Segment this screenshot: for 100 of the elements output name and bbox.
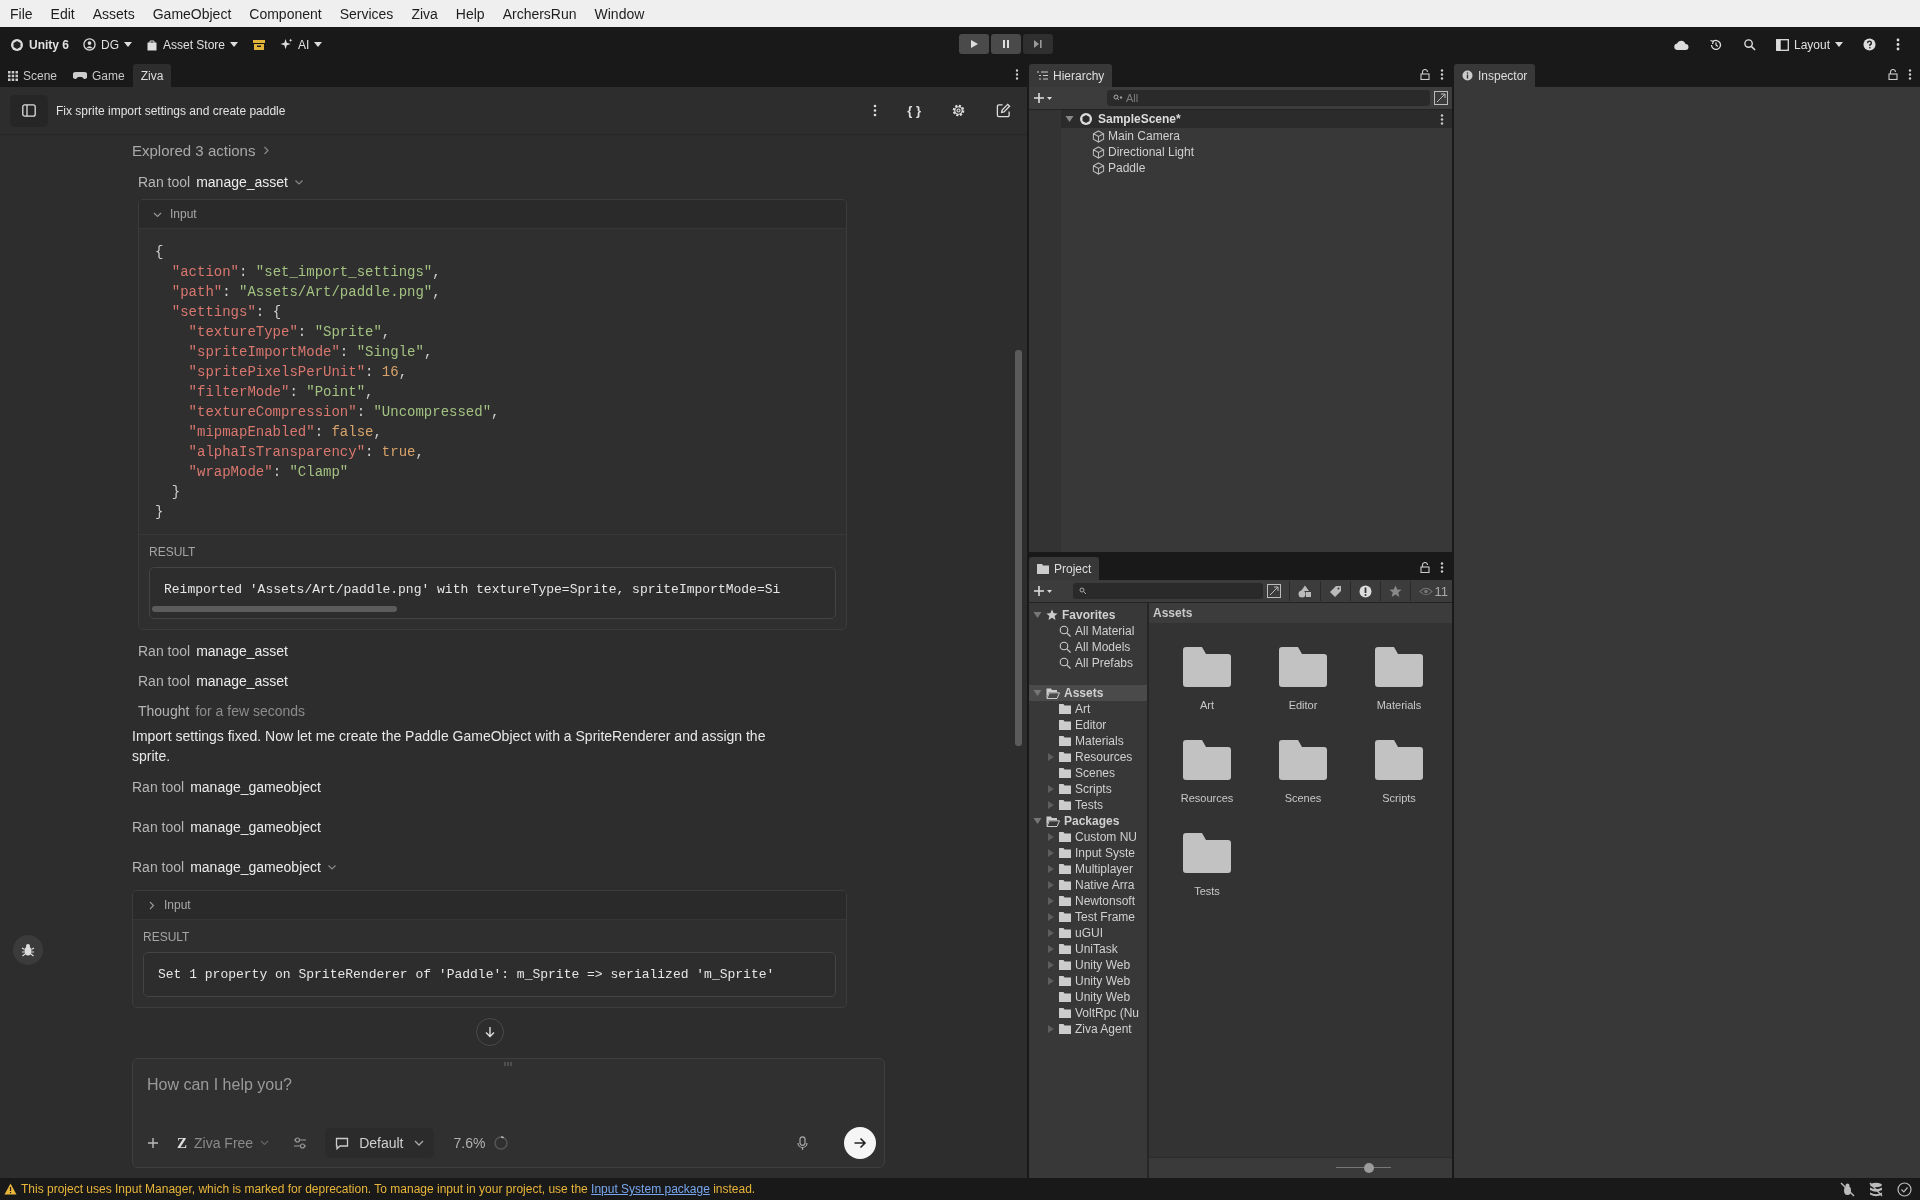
box-icon[interactable]: [252, 38, 267, 51]
more-icon[interactable]: [1908, 69, 1912, 80]
tree-item[interactable]: Tests: [1075, 798, 1103, 812]
history-icon[interactable]: [1708, 37, 1723, 52]
tree-item[interactable]: Multiplayer: [1075, 862, 1134, 876]
ai-dropdown[interactable]: AI: [280, 37, 323, 52]
link[interactable]: Input System package: [591, 1182, 710, 1196]
tree-item[interactable]: All Material: [1075, 624, 1135, 638]
scene-row[interactable]: SampleScene*: [1061, 110, 1452, 128]
tree-item[interactable]: Art: [1075, 702, 1091, 716]
menu-item[interactable]: Ziva: [402, 5, 447, 22]
chevron-down-icon[interactable]: [294, 178, 304, 186]
folder-icon[interactable]: [1279, 740, 1327, 780]
menu-item[interactable]: Services: [330, 5, 403, 22]
model-dropdown[interactable]: Z Ziva Free: [177, 1134, 270, 1152]
debug-button[interactable]: [13, 935, 43, 965]
summary-link[interactable]: Explored 3 actions: [132, 141, 256, 159]
expand-arrow-icon[interactable]: [1033, 611, 1042, 619]
microphone-icon[interactable]: [797, 1135, 808, 1151]
star-icon[interactable]: [1388, 584, 1402, 598]
more-icon[interactable]: [1440, 113, 1444, 125]
shapes-icon[interactable]: [1297, 584, 1312, 598]
folder-name[interactable]: Scenes: [1284, 792, 1322, 804]
folder-icon[interactable]: [1183, 740, 1231, 780]
folder-icon[interactable]: [1183, 833, 1231, 873]
tab[interactable]: Project: [1029, 557, 1100, 580]
tree-item[interactable]: uGUI: [1075, 926, 1103, 940]
more-icon[interactable]: [1896, 38, 1900, 51]
more-icon[interactable]: [873, 104, 878, 117]
lock-icon[interactable]: [1888, 69, 1898, 80]
folder-icon[interactable]: [1375, 740, 1423, 780]
menu-item[interactable]: Assets: [83, 5, 144, 22]
folder-name[interactable]: Editor: [1288, 699, 1318, 711]
tree-item[interactable]: Unity Web: [1075, 990, 1131, 1004]
search-icon[interactable]: [1742, 38, 1756, 51]
tab[interactable]: Ziva: [132, 64, 172, 87]
menu-item[interactable]: Window: [585, 5, 654, 22]
check-circle-icon[interactable]: [1897, 1181, 1912, 1197]
menu-item[interactable]: Help: [446, 5, 494, 22]
settings-icon[interactable]: [951, 103, 966, 118]
tag-icon[interactable]: [1328, 584, 1342, 598]
chevron-down-icon[interactable]: [326, 863, 337, 871]
more-icon[interactable]: [1440, 562, 1444, 573]
horizontal-scrollbar[interactable]: [152, 606, 397, 612]
tree-item[interactable]: All Prefabs: [1075, 656, 1134, 670]
menu-item[interactable]: GameObject: [143, 5, 241, 22]
input-toggle[interactable]: Input: [170, 207, 197, 221]
search-field[interactable]: [1073, 583, 1263, 599]
sliders-icon[interactable]: [293, 1137, 308, 1149]
hidden-packages-toggle[interactable]: 11: [1418, 583, 1448, 599]
search-field[interactable]: All: [1107, 90, 1430, 106]
step-button[interactable]: [1023, 34, 1053, 54]
tree-section[interactable]: Favorites: [1062, 608, 1116, 622]
folder-name[interactable]: Scripts: [1382, 792, 1416, 804]
more-icon[interactable]: [1015, 69, 1019, 80]
json-button[interactable]: { }: [907, 103, 921, 118]
unity-menu-button[interactable]: Unity 6: [10, 37, 69, 52]
database-off-icon[interactable]: [1869, 1181, 1883, 1197]
menu-item[interactable]: File: [1, 5, 42, 22]
expand-icon[interactable]: [1266, 584, 1281, 598]
tree-item[interactable]: Scripts: [1075, 782, 1112, 796]
pause-button[interactable]: [991, 34, 1021, 54]
lock-icon[interactable]: [1420, 562, 1430, 573]
tab[interactable]: Scene: [0, 64, 66, 87]
tree-item[interactable]: Unity Web: [1075, 958, 1131, 972]
folder-name[interactable]: Materials: [1376, 699, 1422, 711]
play-button[interactable]: [959, 34, 989, 54]
bug-off-icon[interactable]: [1840, 1181, 1855, 1197]
tab[interactable]: Hierarchy: [1029, 64, 1113, 87]
tree-item[interactable]: Ziva Agent: [1075, 1022, 1132, 1036]
tree-item[interactable]: All Models: [1075, 640, 1131, 654]
prompt-field[interactable]: How can I help you?: [145, 1073, 849, 1097]
expand-icon[interactable]: [1434, 91, 1448, 105]
vertical-scrollbar[interactable]: [1015, 350, 1022, 746]
more-icon[interactable]: [1440, 69, 1444, 80]
tree-item[interactable]: UniTask: [1075, 942, 1118, 956]
tree-item[interactable]: Newtonsoft: [1075, 894, 1136, 908]
send-button[interactable]: [844, 1127, 876, 1159]
tree-item[interactable]: Resources: [1075, 750, 1133, 764]
edit-icon[interactable]: [996, 103, 1011, 118]
hierarchy-item[interactable]: Directional Light: [1108, 145, 1195, 159]
folder-icon[interactable]: [1183, 647, 1231, 687]
hierarchy-item[interactable]: Main Camera: [1108, 129, 1181, 143]
add-icon[interactable]: [147, 1137, 159, 1149]
folder-name[interactable]: Resources: [1180, 792, 1234, 804]
menu-item[interactable]: Edit: [41, 5, 84, 22]
mode-dropdown[interactable]: Default: [325, 1128, 434, 1158]
scroll-down-button[interactable]: [475, 1018, 504, 1046]
layout-dropdown[interactable]: Layout: [1775, 37, 1843, 52]
tree-item[interactable]: Custom NU: [1075, 830, 1137, 844]
tree-item[interactable]: Scenes: [1075, 766, 1116, 780]
sidebar-toggle-button[interactable]: [10, 94, 48, 127]
tree-item[interactable]: Native Arra: [1075, 878, 1135, 892]
tree-item[interactable]: Editor: [1075, 718, 1107, 732]
tab[interactable]: Inspector: [1454, 64, 1536, 87]
tree-item[interactable]: Input Syste: [1075, 846, 1136, 860]
warning-filter-icon[interactable]: [1358, 584, 1372, 598]
hierarchy-item[interactable]: Paddle: [1108, 161, 1146, 175]
tree-item[interactable]: Materials: [1075, 734, 1124, 748]
chevron-right-icon[interactable]: [147, 900, 156, 910]
